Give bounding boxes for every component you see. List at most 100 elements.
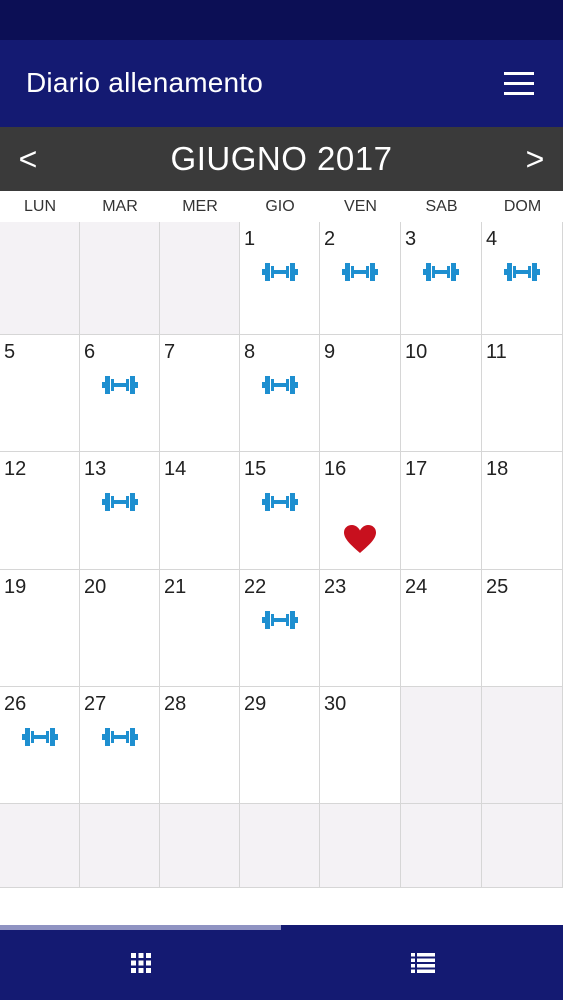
weekday-label: DOM (503, 198, 542, 215)
day-number: 2 (324, 228, 336, 250)
day-number: 28 (164, 693, 187, 715)
calendar-cell-empty (160, 222, 240, 335)
calendar-day-cell[interactable]: 12 (0, 452, 80, 570)
calendar-day-cell[interactable]: 14 (160, 452, 240, 570)
dumbbell-icon (21, 725, 58, 749)
calendar-cell-empty (80, 222, 160, 335)
calendar-cell-empty (160, 804, 240, 888)
dumbbell-icon (101, 725, 138, 749)
dumbbell-icon (261, 608, 298, 632)
calendar-day-cell[interactable]: 4 (482, 222, 563, 335)
weekday-header: LUN MAR MER GIO VEN SAB DOM (0, 191, 563, 223)
next-month-button[interactable]: > (515, 139, 555, 179)
calendar-day-cell[interactable]: 22 (240, 570, 320, 687)
calendar-day-cell[interactable]: 8 (240, 335, 320, 452)
day-number: 7 (164, 341, 176, 363)
dumbbell-icon (101, 373, 138, 397)
calendar-day-cell[interactable]: 2 (320, 222, 401, 335)
dumbbell-icon (261, 490, 298, 514)
calendar-cell-empty (0, 222, 80, 335)
day-number: 5 (4, 341, 16, 363)
list-view-icon (410, 952, 435, 973)
previous-month-button[interactable]: < (8, 139, 48, 179)
weekday-label: MAR (102, 198, 138, 215)
day-number: 11 (486, 341, 507, 363)
calendar-cell-empty (320, 804, 401, 888)
calendar-day-cell[interactable]: 16 (320, 452, 401, 570)
day-number: 18 (486, 458, 509, 480)
hamburger-menu-icon (504, 72, 534, 95)
day-number: 27 (84, 693, 107, 715)
calendar-cell-empty (80, 804, 160, 888)
calendar-day-cell[interactable]: 27 (80, 687, 160, 804)
day-number: 3 (405, 228, 417, 250)
day-number: 16 (324, 458, 347, 480)
tab-grid-view[interactable] (0, 925, 281, 1000)
dumbbell-icon (423, 260, 459, 284)
day-number: 19 (4, 576, 27, 598)
calendar-cell-empty (240, 804, 320, 888)
tab-list-view[interactable] (282, 925, 563, 1000)
calendar-day-cell[interactable]: 3 (401, 222, 482, 335)
calendar-day-cell[interactable]: 29 (240, 687, 320, 804)
calendar-day-cell[interactable]: 23 (320, 570, 401, 687)
selected-tab-indicator (0, 925, 281, 930)
status-bar (0, 0, 563, 40)
dumbbell-icon (504, 260, 540, 284)
day-number: 29 (244, 693, 267, 715)
calendar-day-cell[interactable]: 28 (160, 687, 240, 804)
dumbbell-icon (261, 373, 298, 397)
calendar-day-cell[interactable]: 5 (0, 335, 80, 452)
day-number: 24 (405, 576, 428, 598)
calendar-day-cell[interactable]: 15 (240, 452, 320, 570)
calendar-day-cell[interactable]: 26 (0, 687, 80, 804)
heart-icon (343, 524, 377, 554)
weekday-label: MER (182, 198, 218, 215)
weekday-label: SAB (425, 198, 458, 215)
calendar-day-cell[interactable]: 6 (80, 335, 160, 452)
day-number: 22 (244, 576, 267, 598)
month-title: GIUGNO 2017 (170, 140, 393, 177)
calendar-day-cell[interactable]: 18 (482, 452, 563, 570)
app-title: Diario allenamento (26, 67, 264, 98)
hamburger-menu-button[interactable] (500, 70, 538, 98)
calendar-day-cell[interactable]: 19 (0, 570, 80, 687)
calendar-day-cell[interactable]: 11 (482, 335, 563, 452)
month-navigation-bar: < GIUGNO 2017 > (0, 127, 563, 191)
weekday-label: LUN (23, 198, 56, 215)
day-number: 8 (244, 341, 256, 363)
bottom-navigation-bar (0, 925, 563, 1000)
grid-view-icon (130, 952, 151, 973)
app-bar: Diario allenamento (0, 40, 563, 127)
day-number: 25 (486, 576, 509, 598)
calendar-day-cell[interactable]: 17 (401, 452, 482, 570)
calendar-day-cell[interactable]: 1 (240, 222, 320, 335)
calendar-day-cell[interactable]: 21 (160, 570, 240, 687)
day-number: 9 (324, 341, 336, 363)
day-number: 17 (405, 458, 428, 480)
calendar-cell-empty (482, 804, 563, 888)
calendar-cell-empty (401, 804, 482, 888)
day-number: 26 (4, 693, 27, 715)
weekday-label: VEN (344, 198, 377, 215)
dumbbell-icon (101, 490, 138, 514)
dumbbell-icon (342, 260, 378, 284)
day-number: 13 (84, 458, 107, 480)
calendar-day-cell[interactable]: 30 (320, 687, 401, 804)
day-number: 15 (244, 458, 267, 480)
calendar-grid: 1 2 3 4 5 6 7 8 9 10 11 12 13 14 15 16 17 18 19 20 21 22 23 24 2… (0, 222, 563, 888)
dumbbell-icon (261, 260, 298, 284)
day-number: 6 (84, 341, 96, 363)
calendar-cell-empty (401, 687, 482, 804)
calendar-day-cell[interactable]: 9 (320, 335, 401, 452)
calendar-day-cell[interactable]: 24 (401, 570, 482, 687)
calendar-day-cell[interactable]: 7 (160, 335, 240, 452)
day-number: 23 (324, 576, 347, 598)
calendar-day-cell[interactable]: 20 (80, 570, 160, 687)
day-number: 21 (164, 576, 187, 598)
weekday-label: GIO (265, 198, 295, 215)
calendar-day-cell[interactable]: 10 (401, 335, 482, 452)
calendar-day-cell[interactable]: 13 (80, 452, 160, 570)
calendar-day-cell[interactable]: 25 (482, 570, 563, 687)
calendar-cell-empty (0, 804, 80, 888)
